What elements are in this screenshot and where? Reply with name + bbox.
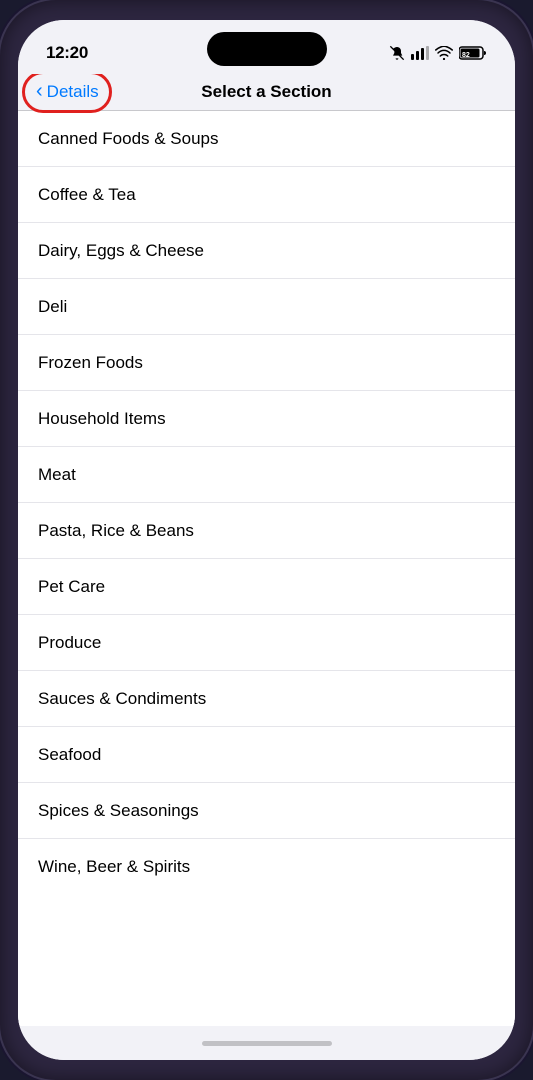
dynamic-island bbox=[207, 32, 327, 66]
battery-icon: 82 bbox=[459, 46, 487, 60]
list-item[interactable]: Pet Care bbox=[18, 559, 515, 615]
list-item[interactable]: Coffee & Tea bbox=[18, 167, 515, 223]
home-bar bbox=[202, 1041, 332, 1046]
back-chevron-icon: ‹ bbox=[36, 80, 43, 103]
list-item-label: Household Items bbox=[38, 409, 166, 429]
list-item[interactable]: Wine, Beer & Spirits bbox=[18, 839, 515, 895]
list-item-label: Pet Care bbox=[38, 577, 105, 597]
wifi-icon bbox=[435, 46, 453, 60]
list-item[interactable]: Deli bbox=[18, 279, 515, 335]
list-item-label: Spices & Seasonings bbox=[38, 801, 199, 821]
status-icons: 82 bbox=[389, 45, 487, 61]
list-item-label: Seafood bbox=[38, 745, 101, 765]
phone-screen: 12:20 bbox=[18, 20, 515, 1060]
list-item[interactable]: Seafood bbox=[18, 727, 515, 783]
list-item[interactable]: Produce bbox=[18, 615, 515, 671]
back-button[interactable]: ‹ Details bbox=[28, 77, 107, 107]
home-indicator bbox=[18, 1026, 515, 1060]
list-item[interactable]: Sauces & Condiments bbox=[18, 671, 515, 727]
list-item[interactable]: Meat bbox=[18, 447, 515, 503]
list-item-label: Sauces & Condiments bbox=[38, 689, 206, 709]
bell-muted-icon bbox=[389, 45, 405, 61]
nav-header: ‹ Details Select a Section bbox=[18, 74, 515, 111]
list-item-label: Deli bbox=[38, 297, 67, 317]
list-item-label: Frozen Foods bbox=[38, 353, 143, 373]
nav-title: Select a Section bbox=[201, 82, 331, 102]
list-item-label: Coffee & Tea bbox=[38, 185, 136, 205]
list-item[interactable]: Pasta, Rice & Beans bbox=[18, 503, 515, 559]
list-item-label: Pasta, Rice & Beans bbox=[38, 521, 194, 541]
list-item-label: Canned Foods & Soups bbox=[38, 129, 219, 149]
list-item[interactable]: Frozen Foods bbox=[18, 335, 515, 391]
list-item-label: Dairy, Eggs & Cheese bbox=[38, 241, 204, 261]
svg-text:82: 82 bbox=[462, 52, 470, 59]
status-bar: 12:20 bbox=[18, 20, 515, 74]
list-item-label: Produce bbox=[38, 633, 101, 653]
list-item-label: Wine, Beer & Spirits bbox=[38, 857, 190, 877]
list-item[interactable]: Household Items bbox=[18, 391, 515, 447]
phone-frame: 12:20 bbox=[0, 0, 533, 1080]
list-item-label: Meat bbox=[38, 465, 76, 485]
section-list[interactable]: Canned Foods & Soups Coffee & Tea Dairy, E… bbox=[18, 111, 515, 1026]
list-item[interactable]: Spices & Seasonings bbox=[18, 783, 515, 839]
signal-icon bbox=[411, 46, 429, 60]
content-area: ‹ Details Select a Section Canned Foods … bbox=[18, 74, 515, 1026]
list-item[interactable]: Canned Foods & Soups bbox=[18, 111, 515, 167]
list-item[interactable]: Dairy, Eggs & Cheese bbox=[18, 223, 515, 279]
status-time: 12:20 bbox=[46, 43, 88, 63]
back-label: Details bbox=[47, 82, 99, 102]
